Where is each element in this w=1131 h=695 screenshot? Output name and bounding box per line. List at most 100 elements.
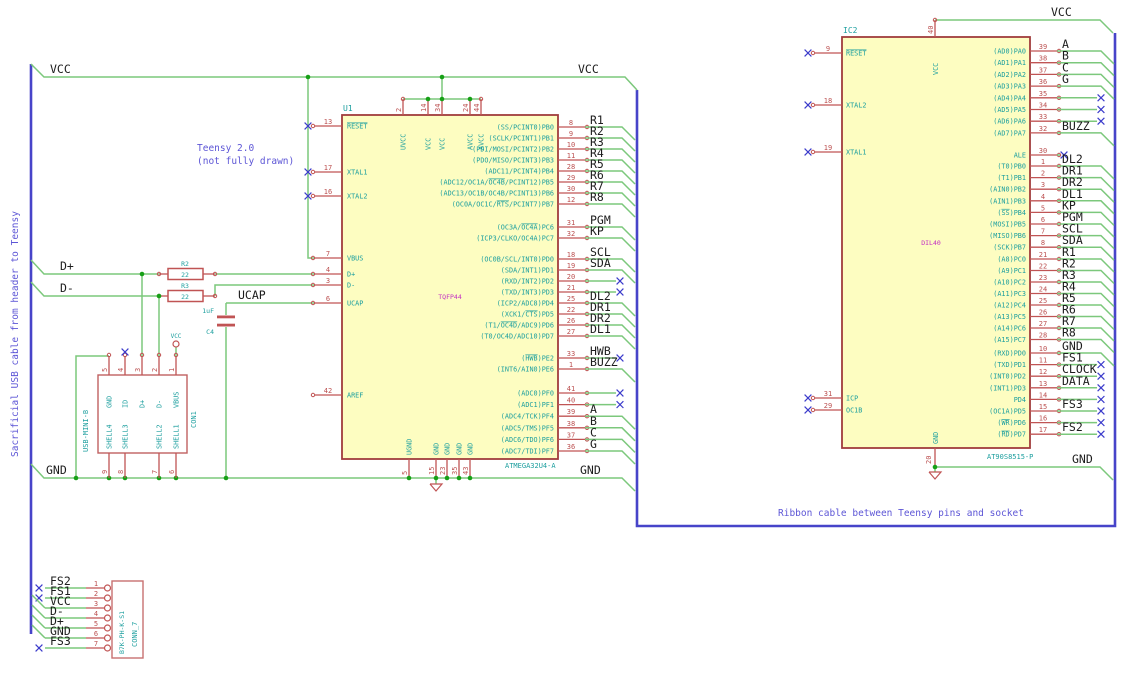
- ic2-pin-name[interactable]: (A8)PC0: [997, 256, 1026, 264]
- ground-symbol[interactable]: [928, 471, 943, 480]
- ic2-pin-name[interactable]: (SS)PB4: [997, 209, 1026, 217]
- ic2-pin-number[interactable]: 13: [1039, 380, 1047, 388]
- ic2-pin-number[interactable]: 7: [1041, 228, 1045, 236]
- u1-pin-name[interactable]: (ICP2/ADC8)PD4: [497, 300, 554, 308]
- u1-pin-number[interactable]: 23: [439, 467, 447, 475]
- con1-pin-name[interactable]: D+: [139, 400, 147, 408]
- con1-pin-number[interactable]: 4: [117, 368, 125, 372]
- u1-pin-name[interactable]: (RXD/INT2)PD2: [501, 278, 554, 286]
- u1-pin-number[interactable]: 33: [567, 350, 575, 358]
- u1-pin-number[interactable]: 27: [567, 328, 575, 336]
- u1-pin-number[interactable]: 28: [567, 163, 575, 171]
- u1-pin-name[interactable]: (ADC7/TDI)PF7: [501, 448, 554, 456]
- ic2-pin-name[interactable]: (A11)PC3: [993, 290, 1026, 298]
- ic2-pin-name[interactable]: (AD1)PA1: [993, 59, 1026, 67]
- ic2-pin-number[interactable]: 4: [1041, 193, 1045, 201]
- u1-pin-name[interactable]: (ADC1)PF1: [517, 401, 554, 409]
- u1-pin-name[interactable]: AREF: [347, 392, 363, 400]
- u1-pin-number[interactable]: 32: [567, 230, 575, 238]
- u1-pin-name[interactable]: VCC: [439, 138, 447, 150]
- net-label[interactable]: SDA: [590, 256, 611, 270]
- ic2-pin-name[interactable]: (MOSI)PB5: [989, 221, 1026, 229]
- ic2-pin-name[interactable]: (A9)PC1: [997, 267, 1026, 275]
- net-label-vcc[interactable]: VCC: [50, 62, 71, 76]
- net-label[interactable]: G: [590, 437, 597, 451]
- ic2-pin-number[interactable]: 21: [1039, 251, 1047, 259]
- u1-pin-number[interactable]: 35: [451, 467, 459, 475]
- u1-value[interactable]: ATMEGA32U4-A: [505, 462, 556, 470]
- con1-pin-name[interactable]: ID: [122, 400, 130, 408]
- u1-pin-number[interactable]: 4: [326, 266, 330, 274]
- con1-pin-number[interactable]: 8: [117, 470, 125, 474]
- net-label[interactable]: G: [1062, 72, 1069, 86]
- ic2-pin-name[interactable]: (AD6)PA6: [993, 118, 1026, 126]
- conn7-pin-number[interactable]: 4: [94, 610, 98, 618]
- conn7-pin-number[interactable]: 7: [94, 640, 98, 648]
- ic2-pin-name[interactable]: (T1)PB1: [997, 174, 1026, 182]
- ic2-pin-name[interactable]: (A10)PC2: [993, 279, 1026, 287]
- ic2-pin-number[interactable]: 34: [1039, 102, 1047, 110]
- ic2-pin-name[interactable]: (AD0)PA0: [993, 48, 1026, 56]
- pad-circle[interactable]: [103, 624, 112, 632]
- u1-pin-name[interactable]: GND: [444, 443, 452, 455]
- ic2-pin-number[interactable]: 36: [1039, 78, 1047, 86]
- ic2-pin-number[interactable]: 31: [824, 390, 832, 398]
- u1-pin-name[interactable]: (XCK1/CTS)PD5: [501, 311, 554, 319]
- net-label[interactable]: FS2: [1062, 420, 1083, 434]
- u1-pin-name[interactable]: (ADC5/TMS)PF5: [501, 424, 554, 432]
- con1-pin-name[interactable]: SHELL4: [106, 424, 114, 449]
- u1-pin-name[interactable]: (ADC6/TDO)PF6: [501, 436, 554, 444]
- u1-pin-name[interactable]: (OC3A/OC4A)PC6: [497, 224, 554, 232]
- ic2-pin-number[interactable]: 35: [1039, 90, 1047, 98]
- ic2-pin-name[interactable]: (TXD)PD1: [993, 361, 1026, 369]
- ic2-pin-number[interactable]: 17: [1039, 426, 1047, 434]
- u1-pin-name[interactable]: (SCLK/PCINT1)PB1: [489, 135, 554, 143]
- capacitor-ref[interactable]: C4: [206, 328, 214, 336]
- capacitor-plate[interactable]: [217, 315, 235, 319]
- wire[interactable]: [30, 281, 159, 297]
- u1-pin-number[interactable]: 14: [420, 104, 428, 112]
- pad-circle[interactable]: [103, 594, 112, 602]
- u1-pin-name[interactable]: D+: [347, 271, 355, 279]
- net-label-vcc[interactable]: VCC: [1051, 5, 1072, 19]
- con1-pin-number[interactable]: 5: [101, 368, 109, 372]
- con1-pin-number[interactable]: 9: [101, 470, 109, 474]
- u1-pin-name[interactable]: (ADC12/OC1A/OC4B/PCINT12)PB5: [439, 179, 554, 187]
- resistor-ref[interactable]: R2: [181, 260, 189, 268]
- net-label[interactable]: KP: [590, 224, 604, 238]
- ic2-value[interactable]: AT90S8515-P: [987, 453, 1033, 461]
- u1-pin-number[interactable]: 21: [567, 284, 575, 292]
- u1-pin-name[interactable]: UCAP: [347, 300, 363, 308]
- pad-circle[interactable]: [103, 634, 112, 642]
- ic2-pin-number[interactable]: 16: [1039, 415, 1047, 423]
- ic2-pin-number[interactable]: 1: [1041, 158, 1045, 166]
- conn7-pin-number[interactable]: 1: [94, 580, 98, 588]
- ic2-pin-name[interactable]: (AD5)PA5: [993, 106, 1026, 114]
- con1-pin-name[interactable]: SHELL2: [156, 424, 164, 449]
- u1-pin-name[interactable]: (T1/OC4D/ADC9)PD6: [484, 322, 554, 330]
- u1-pin-name[interactable]: (ADC11/PCINT4)PB4: [484, 168, 554, 176]
- net-label-dplus[interactable]: D+: [60, 259, 74, 273]
- u1-pin-number[interactable]: 34: [434, 104, 442, 112]
- u1-pin-number[interactable]: 43: [462, 467, 470, 475]
- pad-circle[interactable]: [103, 644, 112, 652]
- wire[interactable]: [30, 63, 638, 91]
- u1-pin-number[interactable]: 7: [326, 250, 330, 258]
- capacitor-plate[interactable]: [217, 323, 235, 327]
- conn7-value[interactable]: B7K-PH-K-S1: [118, 611, 126, 654]
- ic2-pin-name[interactable]: (INT1)PD3: [989, 384, 1026, 392]
- ic2-pin-number[interactable]: 14: [1039, 391, 1047, 399]
- net-label-dminus[interactable]: D-: [60, 281, 74, 295]
- u1-pin-name[interactable]: (ADC13/OC1B/OC4B/PCINT13)PB6: [439, 190, 554, 198]
- wire[interactable]: [935, 466, 1114, 481]
- u1-pin-number[interactable]: 1: [569, 361, 573, 369]
- ic2-pin-number[interactable]: 20: [925, 456, 933, 464]
- ic2-pin-number[interactable]: 32: [1039, 125, 1047, 133]
- ic2-pin-name[interactable]: (AD4)PA4: [993, 94, 1026, 102]
- u1-pin-number[interactable]: 44: [473, 104, 481, 112]
- u1-pin-name[interactable]: GND: [467, 443, 475, 455]
- ic2-pin-name[interactable]: (SCK)PB7: [993, 244, 1026, 252]
- ic2-pin-number[interactable]: 37: [1039, 66, 1047, 74]
- u1-pin-number[interactable]: 20: [567, 273, 575, 281]
- u1-pin-number[interactable]: 8: [569, 119, 573, 127]
